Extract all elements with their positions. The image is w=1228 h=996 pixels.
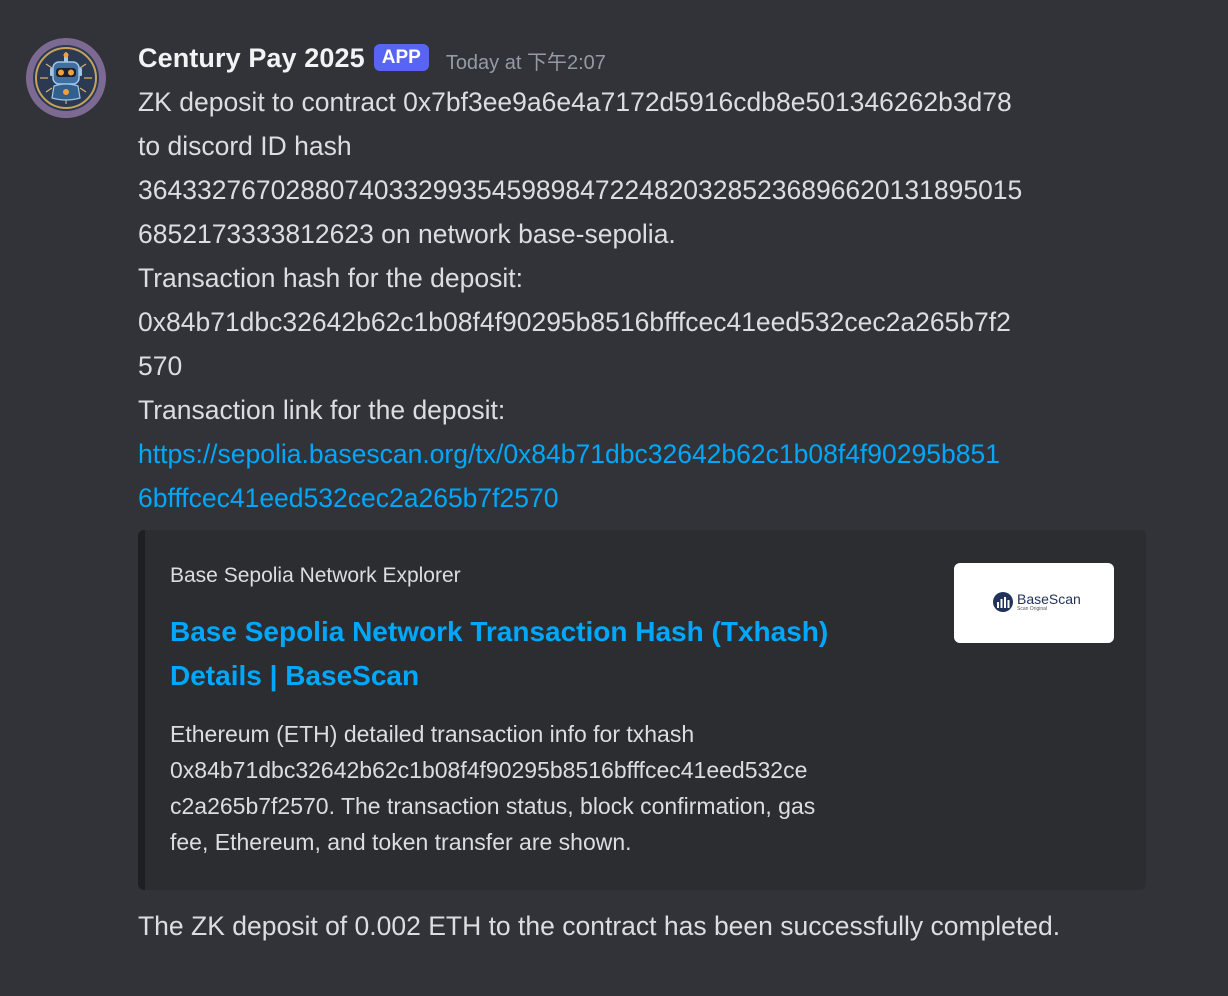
robot-avatar-icon — [26, 38, 106, 118]
message-line: ZK deposit to contract 0x7bf3ee9a6e4a717… — [138, 87, 1012, 117]
transaction-link[interactable]: https://sepolia.basescan.org/tx/0x84b71d… — [138, 432, 1148, 520]
embed-description-line: fee, Ethereum, and token transfer are sh… — [170, 829, 632, 855]
author-name[interactable]: Century Pay 2025 — [138, 43, 365, 74]
message-line: to discord ID hash — [138, 131, 352, 161]
embed-title-line[interactable]: Base Sepolia Network Transaction Hash (T… — [170, 610, 910, 654]
message-header: Century Pay 2025 APP Today at 下午2:07 — [138, 36, 1148, 80]
message-footer-text: The ZK deposit of 0.002 ETH to the contr… — [138, 911, 1061, 941]
bot-avatar[interactable] — [26, 38, 106, 118]
message-line: 6852173333812623 on network base-sepolia… — [138, 219, 676, 249]
app-badge: APP — [373, 43, 429, 71]
message-content: Century Pay 2025 APP Today at 下午2:07 ZK … — [138, 36, 1148, 948]
thumbnail-subtitle: Scan Original — [1017, 606, 1048, 612]
embed-description: Ethereum (ETH) detailed transaction info… — [170, 716, 930, 860]
chat-message: Century Pay 2025 APP Today at 下午2:07 ZK … — [0, 0, 1228, 996]
basescan-wordmark: BaseScan Scan Original — [1017, 592, 1081, 612]
message-line: 0x84b71dbc32642b62c1b08f4f90295b8516bfff… — [138, 307, 1011, 337]
embed-description-line: Ethereum (ETH) detailed transaction info… — [170, 721, 695, 747]
basescan-logo: BaseScan Scan Original — [992, 591, 1081, 613]
transaction-link-line[interactable]: 6bfffcec41eed532cec2a265b7f2570 — [138, 476, 1148, 520]
message-line: 570 — [138, 351, 183, 381]
transaction-link-line[interactable]: https://sepolia.basescan.org/tx/0x84b71d… — [138, 432, 1148, 476]
embed-description-line: c2a265b7f2570. The transaction status, b… — [170, 793, 816, 819]
thumbnail-name: BaseScan — [1017, 591, 1081, 607]
message-line: Transaction link for the deposit: — [138, 395, 506, 425]
message-body: ZK deposit to contract 0x7bf3ee9a6e4a717… — [138, 80, 1148, 520]
embed-title-link[interactable]: Base Sepolia Network Transaction Hash (T… — [170, 610, 910, 698]
message-line: Transaction hash for the deposit: — [138, 263, 523, 293]
message-line: 3643327670288074033299354598984722482032… — [138, 175, 1023, 205]
embed-thumbnail[interactable]: BaseScan Scan Original — [954, 563, 1114, 643]
embed-provider: Base Sepolia Network Explorer — [170, 564, 461, 587]
embed-title-line[interactable]: Details | BaseScan — [170, 654, 910, 698]
basescan-logo-icon — [993, 592, 1013, 612]
link-embed: Base Sepolia Network Explorer Base Sepol… — [138, 530, 1146, 890]
message-timestamp[interactable]: Today at 下午2:07 — [446, 46, 606, 75]
embed-description-line: 0x84b71dbc32642b62c1b08f4f90295b8516bfff… — [170, 757, 808, 783]
